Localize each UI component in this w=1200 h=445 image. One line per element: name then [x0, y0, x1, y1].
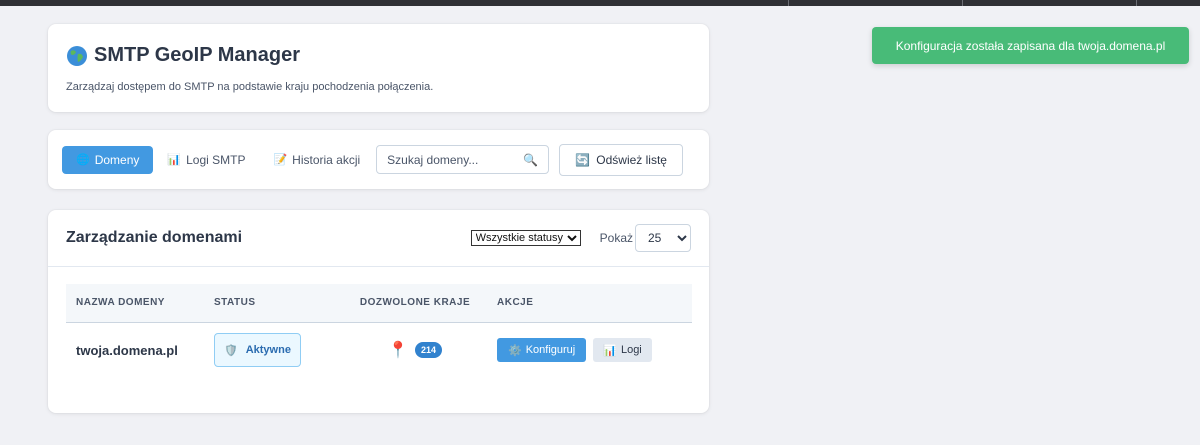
logs-button[interactable]: 📊 Logi: [593, 338, 652, 363]
tab-historia-akcji[interactable]: 📝 Historia akcji: [259, 146, 374, 174]
toast-message: Konfiguracja została zapisana dla twoja.…: [895, 38, 1166, 53]
column-header-domain: NAZWA DOMENY: [76, 297, 165, 309]
gear-icon: ⚙️: [508, 344, 522, 357]
show-label: Pokaż: [599, 231, 633, 245]
page-title: SMTP GeoIP Manager: [94, 44, 300, 66]
configure-button[interactable]: ⚙️ Konfiguruj: [497, 338, 587, 363]
search-input[interactable]: [387, 152, 524, 167]
refresh-button[interactable]: 🔄 Odśwież listę: [559, 143, 684, 176]
globe-icon: 🌐: [76, 154, 90, 166]
domains-table: NAZWA DOMENY STATUS DOZWOLONE KRAJE AKCJ…: [66, 284, 692, 378]
status-filter-select[interactable]: Wszystkie statusy: [470, 230, 581, 246]
domain-name: twoja.domena.pl: [76, 342, 178, 358]
pin-icon: 📍: [388, 342, 408, 360]
status-label: Aktywne: [245, 344, 291, 357]
tab-label: Historia akcji: [292, 152, 361, 167]
success-toast: Konfiguracja została zapisana dla twoja.…: [872, 27, 1189, 64]
table-row: twoja.domena.pl 🛡️ Aktywne 📍 214 ⚙️ Konf…: [66, 322, 692, 378]
refresh-icon: 🔄: [575, 152, 591, 167]
status-badge: 🛡️ Aktywne: [214, 333, 301, 368]
nav-bar: 🌐 Domeny 📊 Logi SMTP 📝 Historia akcji 🔍 …: [48, 130, 709, 189]
per-page-select[interactable]: 25: [635, 224, 691, 252]
memo-icon: 📝: [273, 154, 288, 166]
search-box: 🔍: [376, 145, 550, 174]
shield-icon: 🛡️: [224, 344, 238, 357]
top-bar-divider: [962, 0, 963, 6]
configure-label: Konfiguruj: [525, 344, 576, 357]
tab-label: Logi SMTP: [186, 152, 246, 167]
section-title: Zarządzanie domenami: [66, 229, 243, 246]
column-header-status: STATUS: [214, 297, 256, 309]
search-icon[interactable]: 🔍: [523, 153, 538, 167]
column-header-countries: DOZWOLONE KRAJE: [359, 297, 471, 309]
page-subtitle: Zarządzaj dostępem do SMTP na podstawie …: [66, 81, 434, 93]
tab-domeny[interactable]: 🌐 Domeny: [62, 145, 154, 174]
header-card: SMTP GeoIP Manager Zarządzaj dostępem do…: [48, 24, 709, 112]
domains-card: Zarządzanie domenami Wszystkie statusy P…: [48, 210, 709, 413]
top-bar-divider: [1136, 0, 1137, 6]
bar-chart-icon: 📊: [167, 154, 182, 166]
logs-label: Logi: [620, 344, 642, 357]
refresh-label: Odśwież listę: [596, 152, 667, 167]
top-bar-divider: [788, 0, 789, 6]
column-header-actions: AKCJE: [497, 297, 534, 309]
countries-count-badge: 214: [414, 342, 442, 359]
tab-logi-smtp[interactable]: 📊 Logi SMTP: [153, 146, 259, 174]
top-bar: [0, 0, 1200, 6]
table-header-row: NAZWA DOMENY STATUS DOZWOLONE KRAJE AKCJ…: [66, 284, 692, 322]
globe-icon: [67, 45, 87, 66]
tab-label: Domeny: [94, 152, 140, 167]
bar-chart-icon: 📊: [603, 344, 617, 357]
